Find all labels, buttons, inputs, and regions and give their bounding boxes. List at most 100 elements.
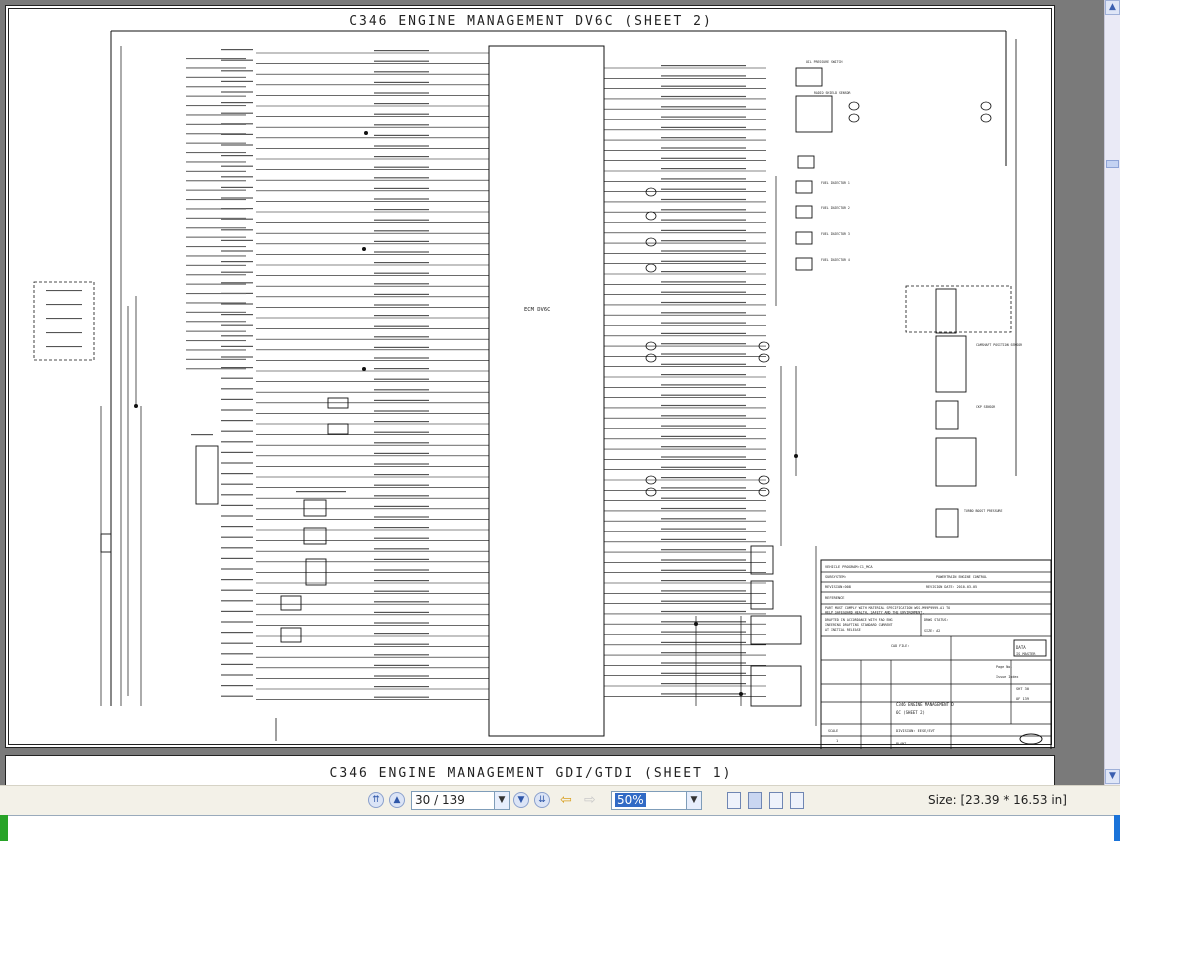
scroll-thumb[interactable]	[1106, 160, 1119, 168]
junction-dot	[362, 367, 366, 371]
signal-name-mark	[221, 367, 253, 369]
wire-spec-mark	[374, 357, 429, 359]
splice-ring	[645, 353, 657, 363]
page-size-label: Size: [23.39 * 16.53 in]	[928, 793, 1067, 807]
splice-ring	[980, 101, 992, 111]
title-block-compliance: PART MUST COMPLY WITH MATERIAL SPECIFICA…	[825, 606, 950, 610]
signal-name-mark	[221, 473, 253, 475]
component-box	[280, 627, 302, 643]
title-block-drafted-cont2: AT INITIAL RELEASE	[825, 628, 861, 632]
next-page-icon[interactable]: ▼	[513, 792, 529, 808]
wire-spec-mark	[661, 312, 746, 314]
page-dropdown-icon[interactable]: ▼	[494, 791, 510, 810]
facing-view-icon[interactable]	[769, 792, 783, 809]
zoom-field[interactable]: 50%	[611, 791, 687, 810]
wire-spec-mark	[374, 240, 429, 242]
signal-name-mark	[221, 70, 253, 72]
back-arrow-icon[interactable]: ⇦	[560, 792, 572, 808]
title-block-subsystem-value: POWERTRAIN ENGINE CONTROL	[936, 575, 987, 579]
wire-spec-mark	[374, 124, 429, 126]
signal-name-mark	[221, 144, 253, 146]
wire-spec-mark	[661, 106, 746, 108]
title-block-master: IS MASTER	[1016, 652, 1036, 656]
wire-spec-mark	[374, 580, 429, 582]
signal-name-mark	[221, 674, 253, 676]
splice-ring	[645, 211, 657, 221]
signal-name-mark	[221, 557, 253, 559]
wire-spec-mark	[661, 85, 746, 87]
wire-spec-mark	[661, 425, 746, 427]
last-page-icon[interactable]: ⇊	[534, 792, 550, 808]
wire-spec-mark	[374, 410, 429, 412]
wire-spec-mark	[661, 178, 746, 180]
previous-page-icon[interactable]: ▲	[389, 792, 405, 808]
ecu-label: ECM DV6C	[524, 307, 551, 313]
wire-spec-mark	[661, 301, 746, 304]
component-label: FUEL INJECTOR 3	[821, 232, 850, 236]
junction-dot	[794, 454, 798, 458]
viewer-toolbar: ⇈ ▲ 30 / 139 ▼ ▼ ⇊ ⇦ ⇨ 50% ▼ Size: [23.3…	[0, 785, 1120, 815]
sensor-label-mark	[191, 434, 213, 436]
wire-spec-mark	[661, 497, 746, 499]
signal-label-mark	[186, 180, 246, 182]
signal-name-mark	[221, 695, 253, 697]
signal-name-mark	[221, 430, 253, 432]
signal-name-mark	[221, 345, 253, 347]
wire-spec-mark	[661, 147, 746, 149]
first-page-icon[interactable]: ⇈	[368, 792, 384, 808]
wire-spec-mark	[374, 484, 429, 486]
continuous-facing-view-icon[interactable]	[790, 792, 804, 809]
junction-dot	[134, 404, 138, 408]
splice-ring	[645, 487, 657, 497]
connector-label-mark	[46, 346, 82, 348]
component-box	[935, 437, 977, 487]
wire-spec-mark	[661, 229, 746, 231]
zoom-dropdown-icon[interactable]: ▼	[686, 791, 702, 810]
document-viewport[interactable]: C346 ENGINE MANAGEMENT DV6C (SHEET 2) EC…	[0, 0, 1120, 785]
signal-name-mark	[221, 186, 253, 188]
wire-spec-mark	[374, 156, 429, 158]
junction-dot	[364, 131, 368, 135]
signal-name-mark	[221, 59, 253, 61]
signal-name-mark	[221, 504, 253, 506]
wire-spec-mark	[661, 240, 746, 242]
signal-name-mark	[221, 579, 253, 581]
wire-spec-mark	[661, 374, 746, 376]
connector-label-mark	[46, 290, 82, 292]
signal-label-mark	[186, 161, 246, 163]
signal-name-mark	[221, 102, 253, 104]
single-page-view-icon[interactable]	[727, 792, 741, 809]
vertical-scrollbar[interactable]: ▲ ▼	[1104, 0, 1120, 785]
signal-name-mark	[221, 303, 253, 305]
zoom-value: 50%	[615, 793, 646, 807]
signal-name-mark	[221, 494, 253, 496]
continuous-view-icon[interactable]	[748, 792, 762, 809]
wire-spec-mark	[661, 662, 746, 664]
connector-label-mark	[46, 332, 82, 334]
component-box	[305, 558, 327, 586]
title-block-compliance-cont: HELP SAFEGUARD HEALTH, SAFETY AND THE EN…	[825, 611, 924, 615]
component-label: FUEL INJECTOR 2	[821, 206, 850, 210]
wire-spec-mark	[661, 477, 746, 479]
component-label: RADIO SHIELD SENSOR	[814, 91, 851, 95]
junction-dot	[739, 692, 743, 696]
signal-label-mark	[186, 208, 246, 210]
component-label: OIL PRESSURE SWITCH	[806, 60, 843, 64]
forward-arrow-icon[interactable]: ⇨	[584, 792, 596, 808]
signal-name-mark	[221, 282, 253, 284]
signal-name-mark	[221, 112, 253, 114]
splice-ring	[848, 101, 860, 111]
next-page-title: C346 ENGINE MANAGEMENT GDI/GTDI (SHEET 1…	[329, 766, 733, 781]
wire-spec-mark	[661, 590, 746, 592]
wire-spec-mark	[661, 652, 746, 654]
wire-spec-mark	[661, 394, 746, 396]
scroll-down-icon[interactable]: ▼	[1105, 769, 1120, 784]
page-number-field[interactable]: 30 / 139	[411, 791, 495, 810]
component-label: FUEL INJECTOR 4	[821, 258, 850, 262]
wire-spec-mark	[661, 549, 746, 551]
scroll-up-icon[interactable]: ▲	[1105, 0, 1120, 15]
wire-spec-mark	[374, 675, 429, 677]
title-block-reference: REFERENCE	[825, 596, 844, 600]
title-block-sheet: SHT 30	[1016, 687, 1029, 691]
wire-spec-mark	[661, 188, 746, 190]
